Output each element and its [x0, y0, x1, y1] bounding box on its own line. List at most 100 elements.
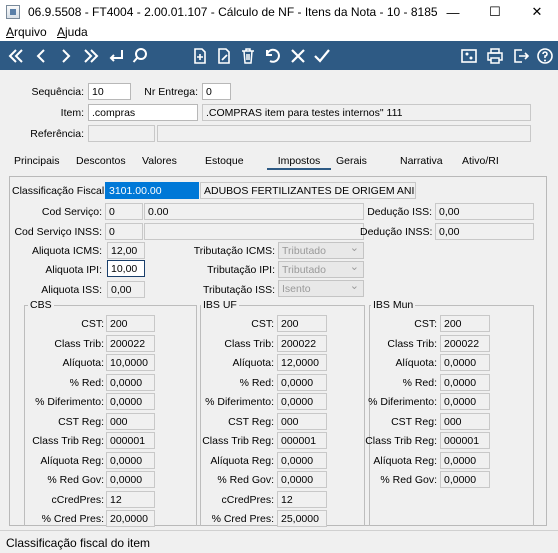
- next-icon[interactable]: [55, 44, 77, 68]
- ibs-mun-row-field[interactable]: 0,0000: [440, 471, 490, 488]
- toolbar: [0, 41, 558, 70]
- ibs-mun-row-field[interactable]: 0,0000: [440, 393, 490, 410]
- aliquota-ipi-field[interactable]: 10,00: [107, 260, 145, 277]
- edit-document-icon[interactable]: [213, 44, 235, 68]
- deducao-inss-field[interactable]: 0,00: [435, 223, 534, 240]
- referencia-code-field[interactable]: [88, 125, 155, 142]
- tab-impostos[interactable]: Impostos: [267, 155, 331, 170]
- ibs-mun-group-title: IBS Mun: [371, 299, 416, 311]
- new-document-icon[interactable]: [189, 44, 211, 68]
- item-code-field[interactable]: .compras: [88, 104, 198, 121]
- cbs-row-field[interactable]: 20,0000: [106, 510, 155, 527]
- aliquota-iss-field[interactable]: 0,00: [107, 281, 145, 298]
- ibs-uf-row-field[interactable]: 0,0000: [277, 393, 327, 410]
- referencia-description-field: [157, 125, 531, 142]
- ibs-mun-row-field[interactable]: 000: [440, 412, 490, 430]
- ibs-uf-group-title: IBS UF: [201, 299, 239, 311]
- tributacao-iss-select[interactable]: Isento: [278, 279, 364, 297]
- ibs-uf-row-field[interactable]: 0,0000: [277, 451, 327, 469]
- tab-gerais[interactable]: Gerais: [336, 155, 367, 167]
- ibs-uf-row-field[interactable]: 200: [277, 315, 327, 332]
- ibs-uf-row-field[interactable]: 0,0000: [277, 373, 327, 391]
- ibs-uf-row-field[interactable]: 12,0000: [277, 354, 327, 371]
- cbs-row-field[interactable]: 12: [106, 490, 155, 508]
- ibs-uf-row-field[interactable]: 0,0000: [277, 471, 327, 488]
- cbs-row-label: % Cred Pres:: [41, 513, 104, 525]
- cbs-row-label: cCredPres:: [51, 493, 104, 506]
- tab-descontos[interactable]: Descontos: [76, 155, 126, 167]
- close-button[interactable]: ✕: [516, 0, 558, 24]
- menu-ajuda[interactable]: Ajuda: [57, 25, 88, 39]
- classificacao-fiscal-field[interactable]: 3101.00.00: [105, 182, 199, 199]
- ibs-uf-row-label: % Diferimento:: [205, 396, 274, 408]
- ibs-mun-row-field[interactable]: 0,0000: [440, 373, 490, 391]
- cbs-row-field[interactable]: 0,0000: [106, 451, 155, 469]
- status-text: Classificação fiscal do item: [6, 536, 151, 550]
- cbs-row-field[interactable]: 200022: [106, 334, 155, 352]
- cbs-row-label: CST Reg:: [58, 415, 104, 428]
- ibs-mun-row-field[interactable]: 0,0000: [440, 451, 490, 469]
- first-icon[interactable]: [5, 44, 27, 68]
- cbs-row-label: Class Trib:: [54, 337, 104, 350]
- cbs-row-field[interactable]: 0,0000: [106, 393, 155, 410]
- ibs-mun-row-field[interactable]: 200022: [440, 334, 490, 352]
- tributacao-ipi-select[interactable]: Tributado: [278, 260, 364, 278]
- ibs-mun-row-field[interactable]: 200: [440, 315, 490, 332]
- ibs-mun-row-label: % Red Gov:: [380, 474, 437, 486]
- ibs-uf-row-field[interactable]: 200022: [277, 334, 327, 352]
- cancel-icon[interactable]: [287, 44, 309, 68]
- app-icon: [6, 5, 20, 19]
- cbs-row-field[interactable]: 200: [106, 315, 155, 332]
- confirm-icon[interactable]: [311, 44, 333, 68]
- nr-entrega-field[interactable]: 0: [202, 83, 231, 100]
- title-bar: 06.9.5508 - FT4004 - 2.00.01.107 - Cálcu…: [0, 0, 558, 24]
- cbs-row-field[interactable]: 0,0000: [106, 373, 155, 391]
- sequencia-field[interactable]: 10: [88, 83, 131, 100]
- enter-icon[interactable]: [105, 44, 127, 68]
- tab-estoque[interactable]: Estoque: [205, 155, 244, 167]
- ibs-uf-row-field[interactable]: 12: [277, 490, 327, 508]
- tab-narrativa[interactable]: Narrativa: [400, 155, 443, 167]
- ibs-mun-row-field[interactable]: 0,0000: [440, 354, 490, 371]
- ibs-mun-row-label: Class Trib:: [387, 337, 437, 350]
- item-description-field: .COMPRAS item para testes internos" 111: [202, 104, 531, 121]
- cbs-row-field[interactable]: 000: [106, 412, 155, 430]
- ibs-uf-row-field[interactable]: 25,0000: [277, 510, 327, 527]
- cod-servico-field[interactable]: 0: [105, 203, 143, 220]
- search-icon[interactable]: [129, 44, 151, 68]
- undo-icon[interactable]: [262, 44, 284, 68]
- close-icon: ✕: [531, 4, 543, 19]
- cbs-row-field[interactable]: 000001: [106, 432, 155, 449]
- sequencia-label: Sequência:: [31, 86, 84, 98]
- help-icon[interactable]: [534, 44, 556, 68]
- aliquota-icms-label: Aliquota ICMS:: [31, 245, 102, 257]
- tab-principais[interactable]: Principais: [14, 155, 60, 167]
- ibs-mun-row-field[interactable]: 000001: [440, 432, 490, 449]
- tributacao-icms-select[interactable]: Tributado: [278, 241, 364, 259]
- aliquota-icms-field[interactable]: 12,00: [107, 242, 145, 259]
- menu-arquivo[interactable]: Arquivo: [6, 25, 47, 39]
- previous-icon[interactable]: [30, 44, 52, 68]
- ibs-mun-row-label: Class Trib Reg:: [365, 435, 437, 447]
- ibs-uf-row-label: % Cred Pres:: [211, 513, 274, 525]
- minimize-button[interactable]: —: [432, 0, 474, 24]
- cbs-row-field[interactable]: 10,0000: [106, 354, 155, 371]
- ibs-uf-row-field[interactable]: 000: [277, 412, 327, 430]
- settings-icon[interactable]: [458, 44, 480, 68]
- exit-icon[interactable]: [510, 44, 532, 68]
- ibs-uf-row-label: Alíquota Reg:: [210, 454, 274, 467]
- deducao-iss-field[interactable]: 0,00: [435, 203, 534, 220]
- tab-valores[interactable]: Valores: [142, 155, 177, 167]
- ibs-uf-row-label: Alíquota:: [232, 357, 274, 369]
- tab-ativo-ri[interactable]: Ativo/RI: [462, 155, 499, 167]
- ibs-uf-row-field[interactable]: 000001: [277, 432, 327, 449]
- cod-servico-inss-field[interactable]: 0: [105, 223, 143, 240]
- ibs-uf-row-label: % Red:: [239, 376, 274, 389]
- delete-icon[interactable]: [237, 44, 259, 68]
- cbs-row-field[interactable]: 0,0000: [106, 471, 155, 488]
- last-icon[interactable]: [80, 44, 102, 68]
- maximize-button[interactable]: ☐: [474, 0, 516, 24]
- print-icon[interactable]: [484, 44, 506, 68]
- tributacao-ipi-label: Tributação IPI:: [207, 264, 275, 276]
- deducao-iss-label: Dedução ISS:: [367, 206, 432, 218]
